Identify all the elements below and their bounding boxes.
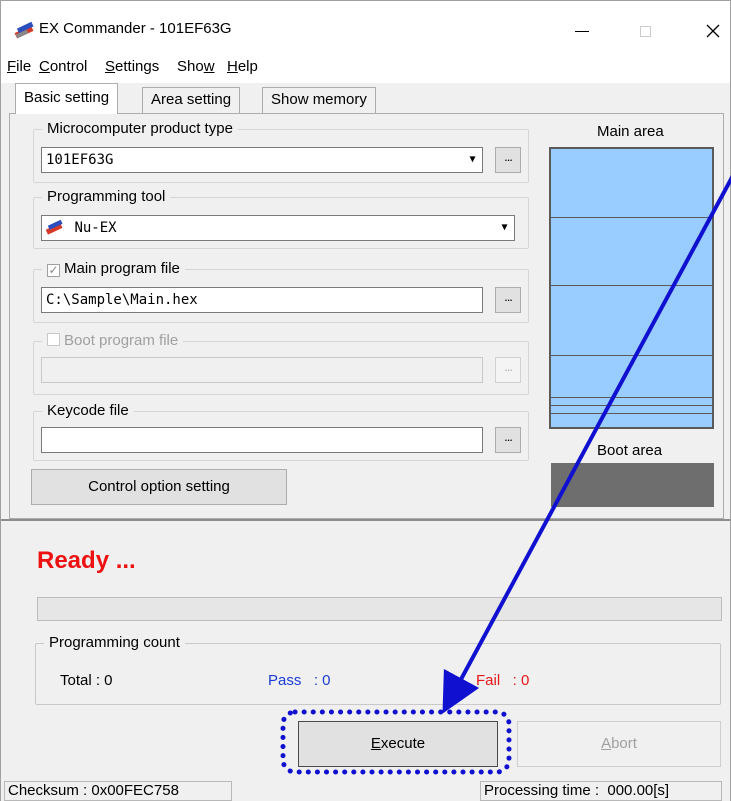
micro-type-select[interactable]: 101EF63G ▼	[41, 147, 483, 173]
menu-bar: File Control Settings Show Help	[1, 53, 730, 83]
keycode-browse-button[interactable]: ...	[495, 427, 521, 453]
close-button[interactable]	[690, 13, 731, 47]
abort-button: Abort	[517, 721, 721, 767]
status-bar: Checksum : 0x00FEC758 Processing time : …	[1, 779, 730, 801]
processing-time-status: Processing time : 000.00[s]	[480, 781, 722, 801]
menu-show[interactable]: Show	[177, 58, 215, 75]
maximize-button[interactable]	[622, 13, 668, 47]
boot-file-input	[41, 357, 483, 383]
boot-area-label: Boot area	[597, 442, 663, 459]
keycode-legend: Keycode file	[42, 402, 134, 419]
pass-count: Pass : 0	[268, 672, 331, 689]
menu-settings[interactable]: Settings	[105, 58, 159, 75]
chevron-down-icon[interactable]: ▼	[464, 149, 481, 171]
main-file-browse-button[interactable]: ...	[495, 287, 521, 313]
tab-basic-setting[interactable]: Basic setting	[15, 83, 119, 114]
menu-control[interactable]: Control	[39, 58, 87, 75]
keycode-input[interactable]	[41, 427, 483, 453]
main-area-map	[549, 147, 714, 429]
maximize-icon	[639, 25, 651, 37]
tab-area-setting[interactable]: Area setting	[142, 87, 241, 113]
programming-count-legend: Programming count	[44, 634, 185, 651]
main-file-input[interactable]: C:\Sample\Main.hex	[41, 287, 483, 313]
menu-file[interactable]: File	[7, 58, 31, 75]
fail-count: Fail : 0	[476, 672, 530, 689]
boot-file-legend: Boot program file	[42, 332, 184, 349]
micro-type-browse-button[interactable]: ...	[495, 147, 521, 173]
tab-show-memory[interactable]: Show memory	[262, 87, 376, 113]
main-file-checkbox[interactable]: ✓	[47, 264, 60, 277]
control-option-button[interactable]: Control option setting	[31, 469, 287, 505]
total-count: Total : 0	[60, 672, 113, 689]
divider	[1, 519, 730, 521]
map-divider	[551, 405, 712, 406]
main-file-legend[interactable]: ✓ Main program file	[42, 260, 185, 277]
ex-commander-window: EX Commander - 101EF63G File Control Set…	[0, 0, 731, 801]
boot-area-map	[551, 463, 714, 507]
execute-button[interactable]: Execute	[298, 721, 498, 767]
minimize-icon	[575, 30, 589, 32]
boot-file-checkbox	[47, 333, 60, 346]
window-title: EX Commander - 101EF63G	[39, 20, 232, 37]
map-divider	[551, 413, 712, 414]
checksum-status: Checksum : 0x00FEC758	[4, 781, 232, 801]
micro-type-value: 101EF63G	[46, 152, 114, 168]
map-divider	[551, 285, 712, 286]
programming-tool-value: Nu-EX	[74, 220, 117, 236]
menu-help[interactable]: Help	[227, 58, 258, 75]
programming-tool-select[interactable]: Nu-EX ▼	[41, 215, 515, 241]
minimize-button[interactable]	[559, 13, 605, 47]
status-text: Ready ...	[37, 547, 136, 574]
map-divider	[551, 397, 712, 398]
programming-count-group: Programming count Total : 0 Pass : 0 Fai…	[35, 634, 721, 705]
app-icon	[14, 21, 34, 39]
tool-icon	[45, 219, 63, 235]
progress-bar	[37, 597, 722, 621]
chevron-down-icon[interactable]: ▼	[496, 217, 513, 239]
micro-type-legend: Microcomputer product type	[42, 120, 238, 137]
map-divider	[551, 217, 712, 218]
map-divider	[551, 355, 712, 356]
boot-file-browse-button: ...	[495, 357, 521, 383]
programming-tool-legend: Programming tool	[42, 188, 171, 205]
title-bar: EX Commander - 101EF63G	[1, 1, 730, 53]
main-area-label: Main area	[597, 123, 664, 140]
close-icon	[706, 24, 720, 38]
